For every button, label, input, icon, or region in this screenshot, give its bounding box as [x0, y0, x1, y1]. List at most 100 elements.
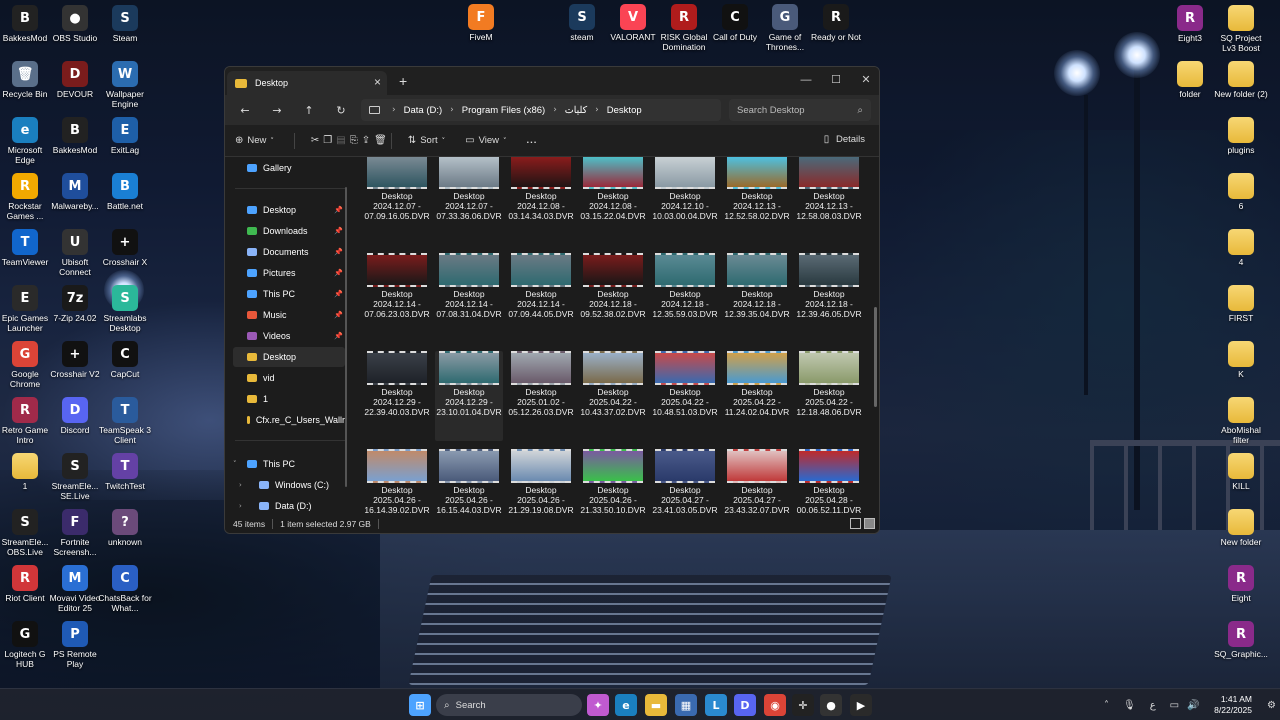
desktop-icon[interactable]: 1: [0, 453, 53, 491]
obs-icon[interactable]: ●: [820, 694, 842, 716]
desktop-icon[interactable]: M Movavi Video Editor 25: [47, 565, 103, 613]
file-item[interactable]: Desktop 2024.12.29 -22.39.40.03.DVR: [363, 351, 431, 441]
tab-desktop[interactable]: Desktop ×: [227, 71, 387, 95]
desktop-icon[interactable]: + Crosshair V2: [47, 341, 103, 379]
desktop-icon[interactable]: P PS Remote Play: [47, 621, 103, 669]
refresh-button[interactable]: ↻: [329, 99, 353, 121]
desktop-icon[interactable]: B BakkesMod: [47, 117, 103, 155]
copy-icon[interactable]: ❐: [323, 135, 332, 146]
file-item[interactable]: Desktop 2024.12.14 -07.08.31.04.DVR: [435, 253, 503, 343]
desktop-icon[interactable]: U Ubisoft Connect: [47, 229, 103, 277]
desktop-icon[interactable]: R Riot Client: [0, 565, 53, 603]
desktop-icon[interactable]: T TeamViewer: [0, 229, 53, 267]
sidebar-item[interactable]: Music 📌: [233, 305, 345, 325]
desktop-icon[interactable]: SQ Project Lv3 Boost: [1213, 5, 1269, 53]
taskbar-search-box[interactable]: ⌕ Search: [436, 694, 582, 716]
close-window-button[interactable]: ✕: [851, 69, 879, 91]
close-tab-icon[interactable]: ×: [374, 75, 381, 89]
breadcrumb-data-drive[interactable]: Data (D:): [404, 105, 443, 116]
sort-button[interactable]: ⇅ Sort ˅: [408, 135, 449, 146]
microphone-icon[interactable]: 🎙: [1123, 700, 1136, 711]
file-item[interactable]: Desktop 2024.12.18 -12.35.59.03.DVR: [651, 253, 719, 343]
desktop-icon[interactable]: D DEVOUR: [47, 61, 103, 99]
desktop-icon[interactable]: 🗑 Recycle Bin: [0, 61, 53, 99]
file-item[interactable]: Desktop 2025.04.22 -10.48.51.03.DVR: [651, 351, 719, 441]
file-item[interactable]: Desktop 2025.04.27 -23.43.32.07.DVR: [723, 449, 791, 517]
desktop-icon[interactable]: 7z 7-Zip 24.02: [47, 285, 103, 323]
desktop-icon[interactable]: AboMishal filter: [1213, 397, 1269, 445]
desktop-icon[interactable]: R Rockstar Games ...: [0, 173, 53, 221]
rename-icon[interactable]: ⎘: [350, 135, 358, 146]
delete-icon[interactable]: 🗑: [374, 135, 387, 146]
clock[interactable]: 1:41 AM 8/22/2025: [1214, 694, 1252, 716]
crosshair-icon[interactable]: ✛: [792, 694, 814, 716]
network-icon[interactable]: ▭: [1170, 700, 1179, 711]
desktop-icon[interactable]: FIRST: [1213, 285, 1269, 323]
new-tab-button[interactable]: +: [399, 73, 407, 89]
desktop-icon[interactable]: T TwitchTest: [97, 453, 153, 491]
sidebar-item[interactable]: Downloads 📌: [233, 221, 345, 241]
media-player-icon[interactable]: ▶: [850, 694, 872, 716]
share-icon[interactable]: ⇪: [362, 135, 370, 146]
chevron-down-icon[interactable]: ˅: [233, 460, 237, 468]
desktop-icon[interactable]: E ExitLag: [97, 117, 153, 155]
sidebar-item[interactable]: 1: [233, 389, 345, 409]
sidebar-item[interactable]: ˅ This PC: [233, 454, 345, 474]
desktop-icon[interactable]: G Game of Thrones...: [757, 4, 813, 52]
desktop-icon[interactable]: G Google Chrome: [0, 341, 53, 389]
file-item[interactable]: Desktop 2024.12.14 -07.09.44.05.DVR: [507, 253, 575, 343]
more-options-button[interactable]: ...: [527, 135, 538, 146]
sidebar-item[interactable]: Desktop 📌: [233, 200, 345, 220]
ltx-icon[interactable]: L: [705, 694, 727, 716]
up-button[interactable]: ↑: [297, 99, 321, 121]
file-item[interactable]: Desktop 2024.12.18 -12.39.46.05.DVR: [795, 253, 863, 343]
file-item[interactable]: Desktop 2024.12.18 -09.52.38.02.DVR: [579, 253, 647, 343]
volume-icon[interactable]: 🔊: [1187, 700, 1199, 711]
desktop-icon[interactable]: D Discord: [47, 397, 103, 435]
nav-pane-scrollbar[interactable]: [345, 187, 347, 487]
file-item[interactable]: Desktop 2025.04.22 -11.24.02.04.DVR: [723, 351, 791, 441]
sidebar-item[interactable]: › Windows (C:): [233, 475, 345, 495]
desktop-icon[interactable]: C CapCut: [97, 341, 153, 379]
breadcrumb-arabic-folder[interactable]: كليات: [565, 105, 587, 116]
desktop-icon[interactable]: B BakkesMod: [0, 5, 53, 43]
sidebar-item[interactable]: Desktop: [233, 347, 345, 367]
desktop-icon[interactable]: + Crosshair X: [97, 229, 153, 267]
file-item[interactable]: Desktop 2025.04.26 -21.29.19.08.DVR: [507, 449, 575, 517]
desktop-icon[interactable]: F FiveM: [453, 4, 509, 42]
sidebar-item[interactable]: Cfx.re_C_Users_Wallr: [233, 410, 345, 430]
desktop-icon[interactable]: C Call of Duty: [707, 4, 763, 42]
copilot-icon[interactable]: ✦: [587, 694, 609, 716]
desktop-icon[interactable]: R Ready or Not: [808, 4, 864, 42]
desktop-icon[interactable]: R RISK Global Domination: [656, 4, 712, 52]
file-grid-scrollbar[interactable]: [874, 307, 877, 407]
sidebar-item[interactable]: Pictures 📌: [233, 263, 345, 283]
file-item[interactable]: Desktop 2024.12.18 -12.39.35.04.DVR: [723, 253, 791, 343]
file-item[interactable]: Desktop 2024.12.29 -23.10.01.04.DVR: [435, 351, 503, 441]
breadcrumb-program-files[interactable]: Program Files (x86): [462, 105, 545, 116]
desktop-icon[interactable]: R Retro Game Intro: [0, 397, 53, 445]
cut-icon[interactable]: ✂: [311, 135, 319, 146]
sidebar-item[interactable]: Documents 📌: [233, 242, 345, 262]
desktop-icon[interactable]: W Wallpaper Engine: [97, 61, 153, 109]
desktop-icon[interactable]: S Steam: [97, 5, 153, 43]
file-item[interactable]: Desktop 2025.04.27 -23.41.03.05.DVR: [651, 449, 719, 517]
desktop-icon[interactable]: B Battle.net: [97, 173, 153, 211]
sidebar-item[interactable]: vid: [233, 368, 345, 388]
file-item[interactable]: Desktop 2024.12.08 -03.15.22.04.DVR: [579, 157, 647, 245]
desktop-icon[interactable]: G Logitech G HUB: [0, 621, 53, 669]
desktop-icon[interactable]: Ssteam: [554, 4, 610, 42]
file-item[interactable]: Desktop 2024.12.14 -07.06.23.03.DVR: [363, 253, 431, 343]
desktop-icon[interactable]: K: [1213, 341, 1269, 379]
desktop-icon[interactable]: F Fortnite Screensh...: [47, 509, 103, 557]
forward-button[interactable]: →: [265, 99, 289, 121]
desktop-icon[interactable]: plugins: [1213, 117, 1269, 155]
new-button[interactable]: ⊕ New ˅: [235, 135, 278, 146]
desktop-icon[interactable]: 4: [1213, 229, 1269, 267]
desktop-icon[interactable]: S StreamEle... SE.Live: [47, 453, 103, 501]
desktop-icon[interactable]: T TeamSpeak 3 Client: [97, 397, 153, 445]
file-item[interactable]: Desktop 2025.01.02 -05.12.26.03.DVR: [507, 351, 575, 441]
start-button[interactable]: ⊞: [409, 694, 431, 716]
details-button[interactable]: ▯ Details: [824, 134, 865, 145]
desktop-icon[interactable]: S StreamEle... OBS.Live: [0, 509, 53, 557]
